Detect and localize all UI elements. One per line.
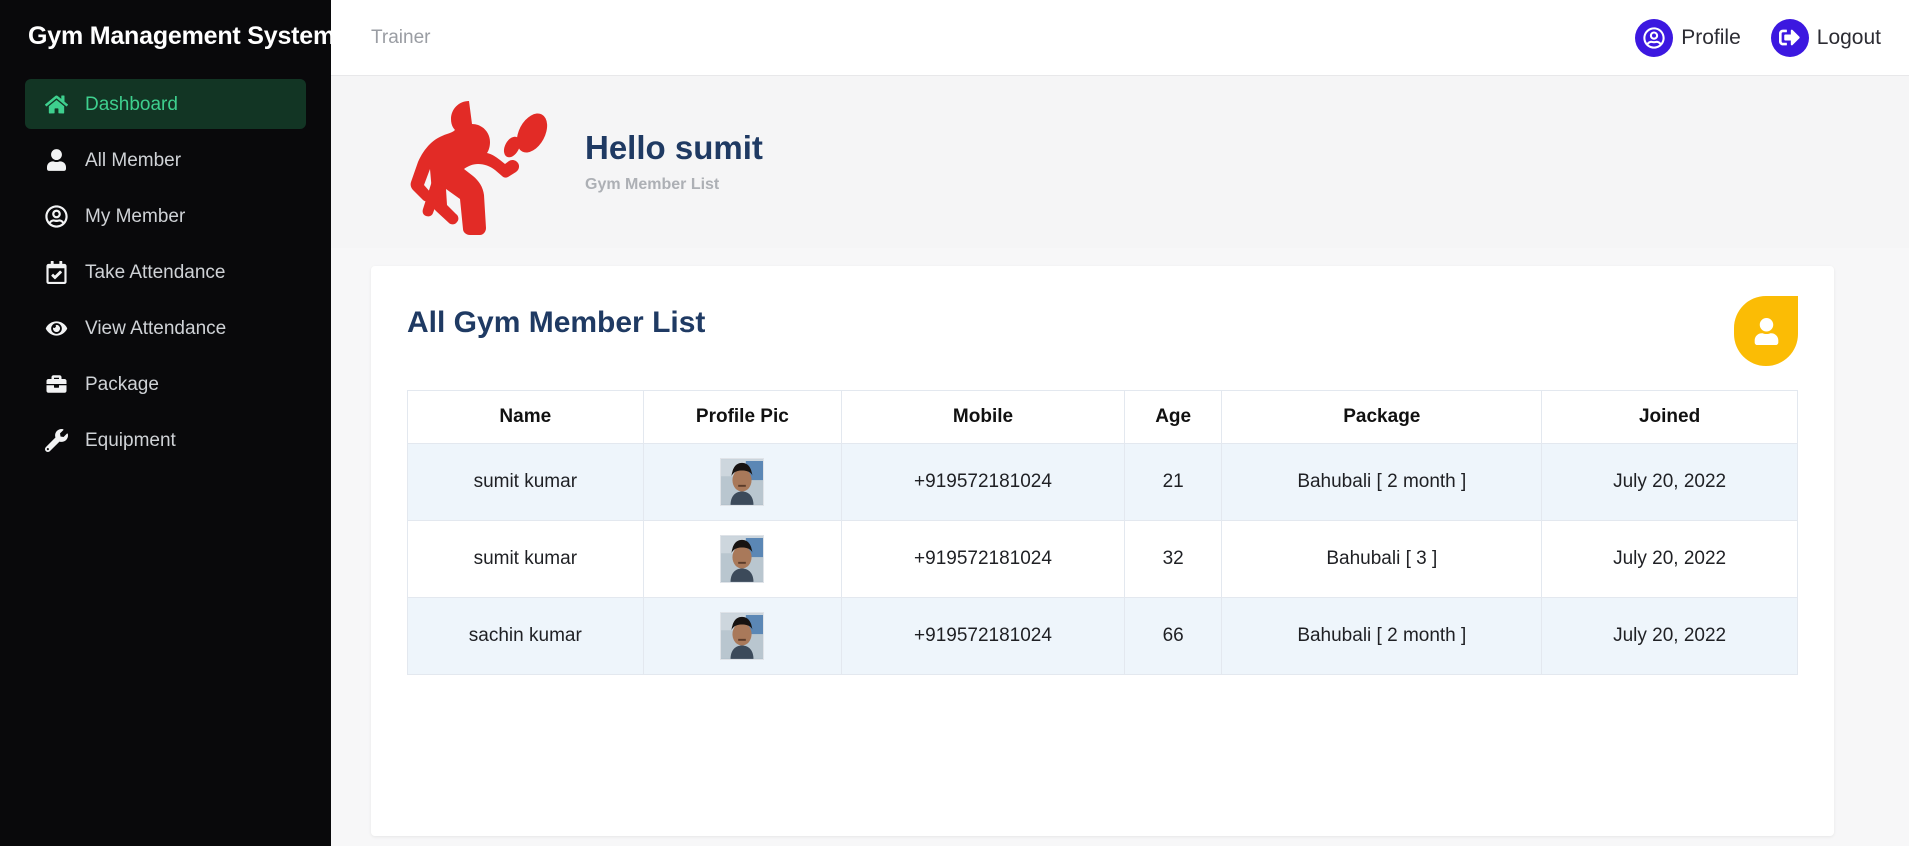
cell-package: Bahubali [ 2 month ] — [1221, 443, 1543, 521]
sidebar-item-my-member[interactable]: My Member — [25, 191, 306, 241]
sidebar-item-equipment[interactable]: Equipment — [25, 415, 306, 465]
page-title: All Gym Member List — [407, 306, 706, 339]
cell-joined: July 20, 2022 — [1541, 520, 1798, 598]
cell-name: sumit kumar — [407, 520, 644, 598]
cell-profile-pic — [642, 443, 843, 521]
table-row[interactable]: sumit kumar — [407, 520, 1798, 598]
wrench-icon — [43, 428, 69, 452]
logout-label: Logout — [1816, 25, 1881, 49]
profile-button[interactable]: Profile — [1635, 18, 1741, 57]
sidebar-nav: Dashboard All Member My Member Take Atte… — [0, 79, 331, 465]
column-header-name: Name — [407, 390, 644, 444]
cell-profile-pic — [642, 597, 843, 675]
sidebar-item-label: Package — [85, 373, 159, 395]
cell-package: Bahubali [ 3 ] — [1221, 520, 1543, 598]
logout-button[interactable]: Logout — [1770, 18, 1881, 57]
bodybuilder-dumbbell-logo-icon — [399, 87, 567, 237]
column-header-profile-pic: Profile Pic — [642, 390, 843, 444]
user-icon — [43, 149, 69, 171]
sidebar: Gym Management System Dashboard All Memb… — [0, 0, 331, 846]
sidebar-item-package[interactable]: Package — [25, 359, 306, 409]
top-bar-actions: Profile Logout — [1635, 18, 1881, 57]
table-row[interactable]: sumit kumar — [407, 443, 1798, 521]
sign-out-icon — [1770, 18, 1809, 57]
profile-label: Profile — [1681, 25, 1741, 49]
sidebar-item-view-attendance[interactable]: View Attendance — [25, 303, 306, 353]
sidebar-item-label: Take Attendance — [85, 261, 226, 283]
cell-age: 32 — [1123, 520, 1223, 598]
hero-text: Hello sumit Gym Member List — [585, 128, 763, 194]
avatar-wrapper — [650, 612, 836, 660]
briefcase-icon — [43, 374, 69, 394]
member-photo-avatar — [720, 458, 765, 506]
calendar-check-icon — [43, 260, 69, 284]
cell-joined: July 20, 2022 — [1541, 597, 1798, 675]
card-wrapper: All Gym Member List Name Profile Pic Mob… — [331, 248, 1909, 836]
column-header-joined: Joined — [1541, 390, 1798, 444]
member-table: Name Profile Pic Mobile Age Package Join… — [407, 390, 1798, 675]
cell-name: sachin kumar — [407, 597, 644, 675]
column-header-package: Package — [1221, 390, 1543, 444]
cell-package: Bahubali [ 2 month ] — [1221, 597, 1543, 675]
member-list-card: All Gym Member List Name Profile Pic Mob… — [371, 266, 1834, 836]
add-member-badge-button[interactable] — [1734, 296, 1798, 366]
breadcrumb: Trainer — [371, 26, 431, 48]
member-photo-avatar — [720, 612, 765, 660]
table-header-row: Name Profile Pic Mobile Age Package Join… — [407, 390, 1798, 444]
cell-joined: July 20, 2022 — [1541, 443, 1798, 521]
sidebar-item-all-member[interactable]: All Member — [25, 135, 306, 185]
avatar-wrapper — [650, 535, 836, 583]
cell-mobile: +919572181024 — [841, 443, 1125, 521]
cell-age: 66 — [1123, 597, 1223, 675]
table-head: Name Profile Pic Mobile Age Package Join… — [407, 390, 1798, 444]
cell-mobile: +919572181024 — [841, 597, 1125, 675]
cell-mobile: +919572181024 — [841, 520, 1125, 598]
cell-age: 21 — [1123, 443, 1223, 521]
user-icon — [1754, 317, 1779, 345]
user-circle-icon — [1635, 18, 1674, 57]
app-brand-title: Gym Management System — [28, 22, 331, 50]
sidebar-item-dashboard[interactable]: Dashboard — [25, 79, 306, 129]
top-bar: Trainer Profile Logout — [331, 0, 1909, 76]
avatar-wrapper — [650, 458, 836, 506]
main-content: Trainer Profile Logout Hello sumit Gym M… — [331, 0, 1909, 846]
sidebar-item-label: Dashboard — [85, 93, 178, 115]
app-root: Gym Management System Dashboard All Memb… — [0, 0, 1909, 846]
column-header-mobile: Mobile — [841, 390, 1125, 444]
sidebar-item-label: All Member — [85, 149, 182, 171]
greeting-subtitle: Gym Member List — [585, 176, 720, 194]
eye-icon — [43, 319, 69, 338]
user-circle-icon — [43, 204, 69, 228]
sidebar-item-take-attendance[interactable]: Take Attendance — [25, 247, 306, 297]
sidebar-item-label: Equipment — [85, 429, 176, 451]
column-header-age: Age — [1123, 390, 1223, 444]
sidebar-item-label: My Member — [85, 205, 186, 227]
cell-name: sumit kumar — [407, 443, 644, 521]
home-icon — [43, 93, 69, 116]
greeting-title: Hello sumit — [585, 128, 763, 166]
sidebar-item-label: View Attendance — [85, 317, 227, 339]
table-row[interactable]: sachin kumar +919572181024 66 Bahubali [… — [407, 597, 1798, 675]
cell-profile-pic — [642, 520, 843, 598]
member-photo-avatar — [720, 535, 765, 583]
table-body: sumit kumar +919572181024 21 Bahubali [… — [407, 443, 1798, 675]
hero-section: Hello sumit Gym Member List — [331, 76, 1909, 248]
